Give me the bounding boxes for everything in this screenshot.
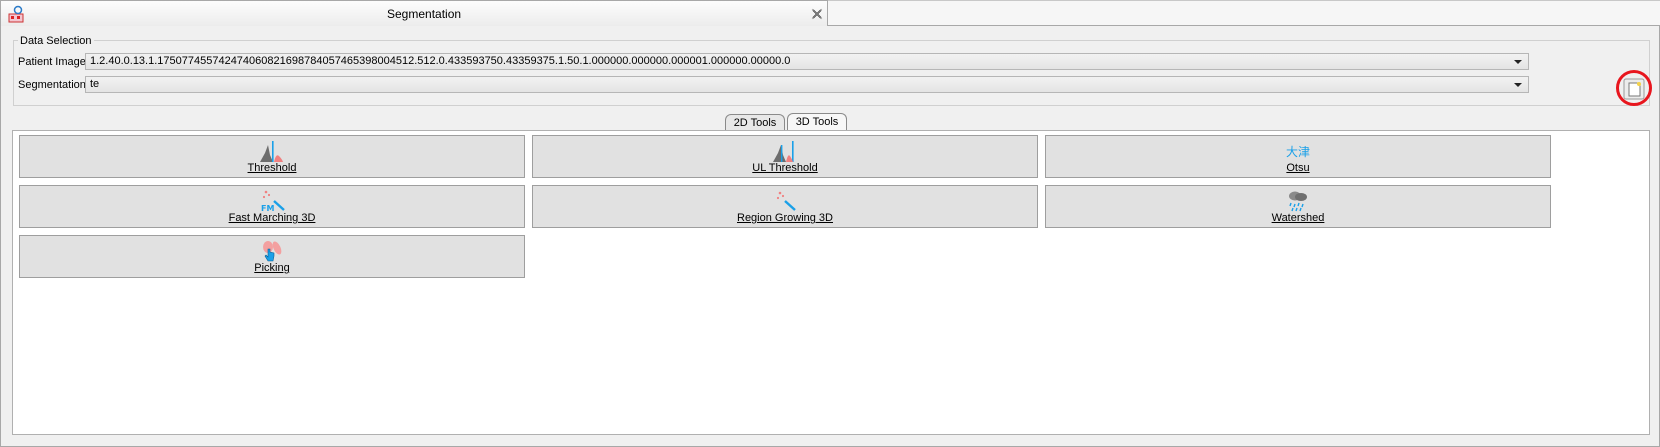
view-title: Segmentation [387,7,462,21]
threshold-icon [260,141,283,162]
patient-image-combobox[interactable]: 1.2.40.0.13.1.17507745574247406082169878… [85,53,1529,70]
segmentation-app-icon [8,5,24,23]
tab-2d-tools[interactable]: 2D Tools [725,114,785,131]
fast-marching-3d-label: Fast Marching 3D [228,212,316,224]
watershed-icon [1289,191,1307,212]
segmentation-label: Segmentation [18,79,86,91]
threshold-label: Threshold [247,162,297,174]
otsu-icon: 大津 [1286,145,1310,159]
watershed-button[interactable]: Watershed [1045,185,1551,228]
data-selection-title: Data Selection [18,35,94,47]
chevron-down-icon [1514,83,1522,87]
chevron-down-icon [1514,60,1522,64]
tab-3d-tools[interactable]: 3D Tools [787,113,847,131]
fast-marching-icon: FM [261,190,285,213]
ul-threshold-icon [773,141,794,162]
view-tab-header[interactable]: Segmentation [0,0,828,26]
tab-strip-empty [828,0,1660,26]
highlight-circle [1616,70,1652,106]
picking-button[interactable]: Picking [19,235,525,278]
segmentation-value: te [90,78,100,90]
picking-label: Picking [254,262,290,274]
segmentation-combobox[interactable]: te [85,76,1529,93]
fast-marching-3d-button[interactable]: FM Fast Marching 3D [19,185,525,228]
region-growing-3d-button[interactable]: Region Growing 3D [532,185,1038,228]
data-selection-group [13,40,1650,106]
otsu-label: Otsu [1286,162,1310,174]
region-growing-3d-label: Region Growing 3D [737,212,833,224]
patient-image-value: 1.2.40.0.13.1.17507745574247406082169878… [90,55,791,67]
close-icon[interactable] [811,8,823,20]
ul-threshold-label: UL Threshold [752,162,818,174]
otsu-icon-text: 大津 [1286,145,1310,159]
view-content: Data Selection Patient Image 1.2.40.0.13… [0,26,1660,447]
otsu-button[interactable]: 大津 Otsu [1045,135,1551,178]
region-growing-icon [776,191,796,211]
watershed-label: Watershed [1271,212,1325,224]
picking-icon [263,241,282,262]
threshold-button[interactable]: Threshold [19,135,525,178]
ul-threshold-button[interactable]: UL Threshold [532,135,1038,178]
patient-image-label: Patient Image [18,56,86,68]
